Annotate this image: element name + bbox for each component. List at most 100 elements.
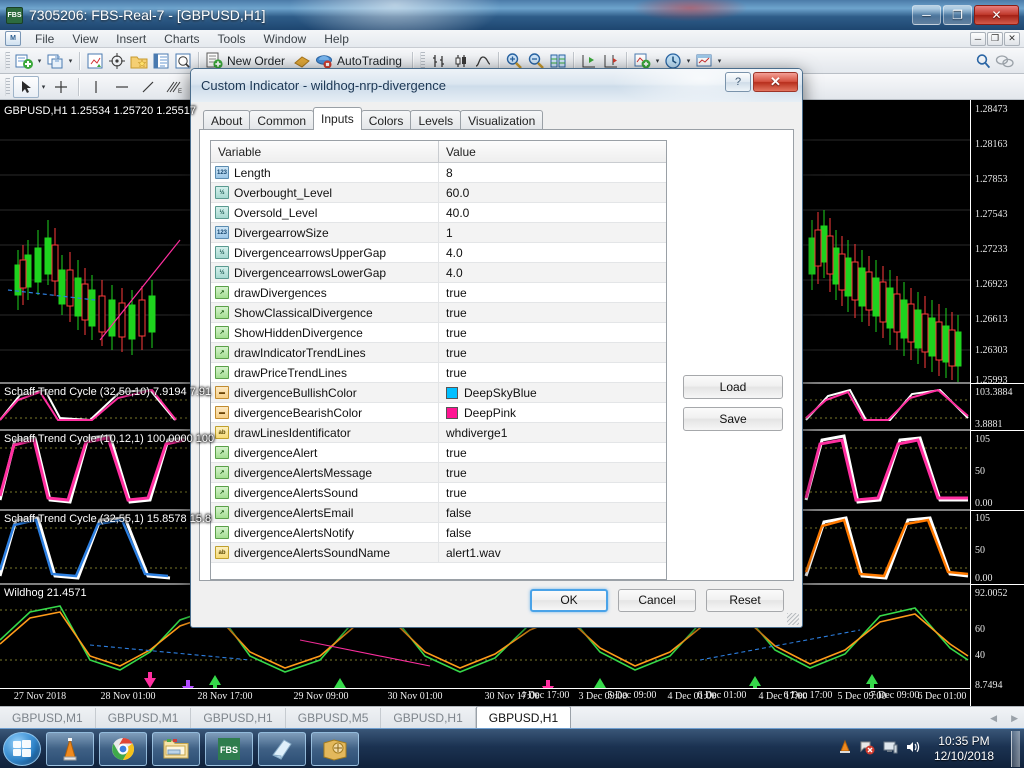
data-window-icon[interactable]: [150, 50, 172, 72]
taskbar-notepad-icon[interactable]: [258, 731, 306, 766]
toolbar-grip[interactable]: [5, 51, 10, 70]
taskbar-fbs-icon[interactable]: FBS: [205, 731, 253, 766]
table-row[interactable]: ab divergenceAlertsSoundName alert1.wav: [211, 543, 666, 563]
value-cell[interactable]: 40.0: [439, 206, 666, 220]
navigator-icon[interactable]: [106, 50, 128, 72]
table-row[interactable]: ↗ drawPriceTrendLines true: [211, 363, 666, 383]
tab-levels[interactable]: Levels: [410, 110, 462, 130]
value-cell[interactable]: true: [439, 346, 666, 360]
table-row[interactable]: ↗ drawIndicatorTrendLines true: [211, 343, 666, 363]
taskbar-chrome-icon[interactable]: [99, 731, 147, 766]
table-row[interactable]: ↗ divergenceAlertsMessage true: [211, 463, 666, 483]
menu-insert[interactable]: Insert: [107, 31, 155, 47]
value-cell[interactable]: false: [439, 526, 666, 540]
tab-inputs[interactable]: Inputs: [313, 107, 362, 130]
mdi-minimize-button[interactable]: ─: [970, 31, 986, 46]
table-row[interactable]: ab drawLinesIdentificator whdiverge1: [211, 423, 666, 443]
tab-scroll-right-icon[interactable]: ▶: [1011, 713, 1018, 724]
cursor-dropdown-icon[interactable]: ▾: [39, 76, 48, 98]
title-bar[interactable]: FBS 7305206: FBS-Real-7 - [GBPUSD,H1] ─ …: [0, 0, 1024, 30]
table-row[interactable]: ↗ divergenceAlertsSound true: [211, 483, 666, 503]
cancel-button[interactable]: Cancel: [618, 588, 696, 612]
favorites-folder-icon[interactable]: [128, 50, 150, 72]
table-row[interactable]: ½ Overbought_Level 60.0: [211, 183, 666, 203]
table-row[interactable]: ▬ divergenceBullishColor DeepSkyBlue: [211, 383, 666, 403]
menu-help[interactable]: Help: [315, 31, 358, 47]
table-row[interactable]: 123 DivergearrowSize 1: [211, 223, 666, 243]
tray-vlc-icon[interactable]: [838, 739, 852, 758]
tab-common[interactable]: Common: [249, 110, 315, 130]
table-row[interactable]: ↗ drawDivergences true: [211, 283, 666, 303]
tab-visualization[interactable]: Visualization: [460, 110, 544, 130]
value-cell[interactable]: false: [439, 506, 666, 520]
menu-tools[interactable]: Tools: [209, 31, 255, 47]
equidistant-channel-icon[interactable]: E: [161, 76, 187, 98]
new-chart-dropdown-icon[interactable]: ▾: [35, 50, 44, 72]
tray-network-error-icon[interactable]: [859, 739, 875, 758]
new-chart-icon[interactable]: [13, 50, 35, 72]
show-desktop-button[interactable]: [1011, 730, 1020, 767]
menu-view[interactable]: View: [63, 31, 107, 47]
reset-button[interactable]: Reset: [706, 588, 784, 612]
value-cell[interactable]: true: [439, 446, 666, 460]
tab-about[interactable]: About: [203, 110, 251, 130]
price-scale[interactable]: 1.28473 1.28163 1.27853 1.27543 1.27233 …: [970, 100, 1024, 706]
custom-indicator-dialog[interactable]: Custom Indicator - wildhog-nrp-divergenc…: [190, 68, 803, 628]
chart-tab-5[interactable]: GBPUSD,H1: [475, 706, 572, 728]
table-row[interactable]: ↗ divergenceAlertsEmail false: [211, 503, 666, 523]
chart-tab-2[interactable]: GBPUSD,H1: [191, 708, 286, 728]
value-cell[interactable]: 4.0: [439, 266, 666, 280]
vertical-line-icon[interactable]: [83, 76, 109, 98]
ok-button[interactable]: OK: [530, 588, 608, 612]
value-cell[interactable]: true: [439, 326, 666, 340]
clock[interactable]: 10:35 PM 12/10/2018: [928, 734, 1000, 764]
table-row[interactable]: 123 Length 8: [211, 163, 666, 183]
profiles-dropdown-icon[interactable]: ▾: [66, 50, 75, 72]
strategy-tester-icon[interactable]: [172, 50, 194, 72]
menu-charts[interactable]: Charts: [155, 31, 208, 47]
table-row[interactable]: ↗ ShowClassicalDivergence true: [211, 303, 666, 323]
table-row[interactable]: ½ DivergencearrowsLowerGap 4.0: [211, 263, 666, 283]
value-cell[interactable]: true: [439, 286, 666, 300]
value-cell[interactable]: true: [439, 486, 666, 500]
minimize-button[interactable]: ─: [912, 5, 941, 25]
menu-window[interactable]: Window: [255, 31, 316, 47]
mdi-restore-button[interactable]: ❐: [987, 31, 1003, 46]
table-row[interactable]: ▬ divergenceBearishColor DeepPink: [211, 403, 666, 423]
load-button[interactable]: Load: [683, 375, 783, 399]
close-button[interactable]: ✕: [974, 5, 1019, 25]
drawing-toolbar-grip[interactable]: [5, 77, 10, 96]
search-icon[interactable]: [972, 50, 994, 72]
save-button[interactable]: Save: [683, 407, 783, 431]
chat-icon[interactable]: [994, 50, 1016, 72]
taskbar-explorer-icon[interactable]: [152, 731, 200, 766]
table-row[interactable]: ↗ divergenceAlert true: [211, 443, 666, 463]
time-axis[interactable]: 27 Nov 2018 28 Nov 01:00 28 Nov 17:00 29…: [0, 688, 970, 706]
value-cell[interactable]: true: [439, 466, 666, 480]
trendline-icon[interactable]: [135, 76, 161, 98]
crosshair-icon[interactable]: [48, 76, 74, 98]
table-row[interactable]: ½ DivergencearrowsUpperGap 4.0: [211, 243, 666, 263]
help-button[interactable]: ?: [725, 72, 751, 92]
taskbar-vlc-icon[interactable]: [46, 731, 94, 766]
mdi-close-button[interactable]: ✕: [1004, 31, 1020, 46]
profiles-icon[interactable]: [44, 50, 66, 72]
new-order-label[interactable]: New Order: [225, 54, 291, 68]
value-cell[interactable]: true: [439, 366, 666, 380]
tray-display-icon[interactable]: [882, 739, 898, 758]
value-cell[interactable]: 1: [439, 226, 666, 240]
market-watch-icon[interactable]: [84, 50, 106, 72]
chart-tab-0[interactable]: GBPUSD,M1: [0, 708, 96, 728]
mdi-system-icon[interactable]: [5, 31, 21, 46]
dialog-resize-grip[interactable]: [787, 613, 799, 625]
table-row[interactable]: ↗ divergenceAlertsNotify false: [211, 523, 666, 543]
autotrading-label[interactable]: AutoTrading: [335, 54, 408, 68]
table-row[interactable]: ½ Oversold_Level 40.0: [211, 203, 666, 223]
maximize-button[interactable]: ❐: [943, 5, 972, 25]
chart-tab-3[interactable]: GBPUSD,M5: [285, 708, 382, 728]
cursor-icon[interactable]: [13, 75, 39, 98]
value-cell[interactable]: DeepSkyBlue: [439, 386, 666, 400]
tab-colors[interactable]: Colors: [360, 110, 412, 130]
horizontal-line-icon[interactable]: [109, 76, 135, 98]
value-cell[interactable]: whdiverge1: [439, 426, 666, 440]
